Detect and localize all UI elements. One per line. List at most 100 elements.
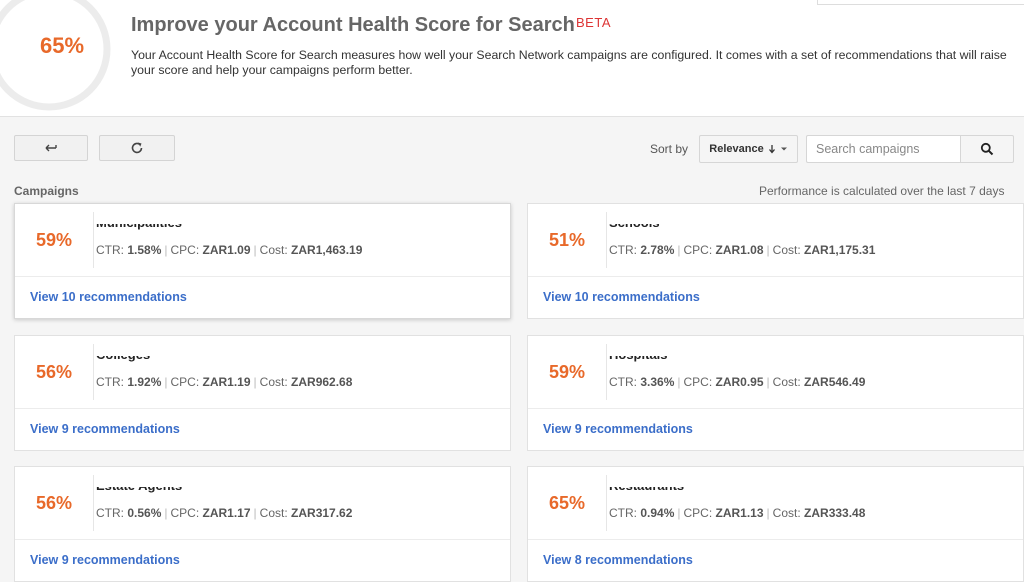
campaign-card[interactable]: 51% Schools CTR: 2.78%|CPC: ZAR1.08|Cost: … bbox=[527, 203, 1024, 319]
page-title: Improve your Account Health Score for Se… bbox=[131, 14, 575, 36]
campaign-card[interactable]: 59%HospitalsCTR: 3.36%|CPC: ZAR0.95|Cost… bbox=[527, 335, 1024, 451]
campaign-name: Hospitals bbox=[609, 356, 668, 364]
back-button[interactable] bbox=[14, 135, 88, 161]
campaign-card-summary: 59%MunicipalitiesCTR: 1.58%|CPC: ZAR1.09… bbox=[15, 204, 510, 277]
beta-badge: BETA bbox=[576, 15, 611, 30]
campaigns-section-label: Campaigns bbox=[14, 184, 79, 198]
cpc-label: CPC: bbox=[170, 375, 200, 389]
cpc-value: ZAR1.08 bbox=[715, 243, 764, 257]
cost-label: Cost: bbox=[259, 506, 288, 520]
sort-by-label: Sort by bbox=[650, 142, 689, 156]
ctr-label: CTR: bbox=[609, 375, 637, 389]
card-divider bbox=[606, 344, 607, 400]
campaign-card[interactable]: 56%Estate AgentsCTR: 0.56%|CPC: ZAR1.17|… bbox=[14, 466, 511, 582]
cpc-value: ZAR1.17 bbox=[202, 506, 251, 520]
cost-value: ZAR546.49 bbox=[804, 375, 866, 389]
campaign-name-text: Restaurants bbox=[609, 487, 684, 495]
refresh-button[interactable] bbox=[99, 135, 175, 161]
ctr-label: CTR: bbox=[96, 243, 124, 257]
ctr-label: CTR: bbox=[609, 243, 637, 257]
campaign-stats: CTR: 2.78% | CPC: ZAR1.08 | Cost: ZAR1,175.3… bbox=[609, 243, 875, 257]
card-divider bbox=[93, 344, 94, 400]
cpc-label: CPC: bbox=[683, 375, 713, 389]
ctr-value: 3.36% bbox=[640, 375, 675, 389]
campaign-stats: CTR: 3.36% | CPC: ZAR0.95 | Cost: ZAR546.49 bbox=[609, 375, 865, 389]
ctr-value: 0.94% bbox=[640, 506, 675, 520]
top-right-panel-edge bbox=[817, 0, 1024, 5]
ctr-value: 2.78% bbox=[640, 243, 675, 257]
cost-label: Cost: bbox=[772, 375, 801, 389]
view-recommendations-link[interactable]: View 10 recommendations bbox=[543, 290, 700, 304]
campaign-name-text: Estate Agents bbox=[96, 487, 182, 495]
cpc-value: ZAR0.95 bbox=[715, 375, 764, 389]
search-button[interactable] bbox=[960, 135, 1014, 163]
health-score-header: 65% Improve your Account Health Score fo… bbox=[0, 0, 1024, 117]
cost-label: Cost: bbox=[772, 243, 801, 257]
cpc-label: CPC: bbox=[170, 243, 200, 257]
ctr-value: 0.56% bbox=[127, 506, 162, 520]
cost-value: ZAR317.62 bbox=[291, 506, 353, 520]
cpc-label: CPC: bbox=[683, 243, 713, 257]
header-description: Your Account Health Score for Search mea… bbox=[131, 48, 1007, 77]
cpc-value: ZAR1.09 bbox=[202, 243, 251, 257]
stat-separator: | bbox=[766, 243, 770, 257]
sort-down-arrow-icon bbox=[768, 145, 775, 154]
cpc-value: ZAR1.19 bbox=[202, 375, 251, 389]
view-recommendations-link[interactable]: View 9 recommendations bbox=[30, 553, 180, 567]
cost-label: Cost: bbox=[259, 243, 288, 257]
stat-separator: | bbox=[164, 506, 168, 520]
campaign-card[interactable]: 59%MunicipalitiesCTR: 1.58%|CPC: ZAR1.09… bbox=[14, 203, 511, 319]
ctr-label: CTR: bbox=[609, 506, 637, 520]
stat-separator: | bbox=[253, 243, 257, 257]
campaign-score: 51% bbox=[548, 229, 586, 250]
campaign-card[interactable]: 65%RestaurantsCTR: 0.94%|CPC: ZAR1.13|Co… bbox=[527, 466, 1024, 582]
cpc-label: CPC: bbox=[170, 506, 200, 520]
campaign-score: 65% bbox=[548, 492, 586, 513]
campaign-name: Restaurants bbox=[609, 487, 684, 495]
account-score: 65% bbox=[39, 33, 85, 58]
campaign-card[interactable]: 56%CollegesCTR: 1.92%|CPC: ZAR1.19|Cost:… bbox=[14, 335, 511, 451]
campaign-card-summary: 59%HospitalsCTR: 3.36%|CPC: ZAR0.95|Cost… bbox=[528, 336, 1023, 409]
stat-separator: | bbox=[677, 243, 681, 257]
card-divider bbox=[606, 475, 607, 531]
refresh-icon bbox=[131, 142, 143, 154]
stat-separator: | bbox=[766, 375, 770, 389]
stat-separator: | bbox=[677, 375, 681, 389]
cost-label: Cost: bbox=[772, 506, 801, 520]
card-divider bbox=[606, 212, 607, 268]
cost-label: Cost: bbox=[259, 375, 288, 389]
ctr-label: CTR: bbox=[96, 506, 124, 520]
view-recommendations-link[interactable]: View 9 recommendations bbox=[30, 422, 180, 436]
search-icon bbox=[980, 142, 994, 156]
campaign-card-summary: 56%CollegesCTR: 1.92%|CPC: ZAR1.19|Cost:… bbox=[15, 336, 510, 409]
card-divider bbox=[93, 475, 94, 531]
sort-value: Relevance bbox=[709, 143, 764, 155]
stat-separator: | bbox=[253, 506, 257, 520]
campaign-name-text: Hospitals bbox=[609, 356, 668, 364]
campaign-score: 56% bbox=[35, 492, 73, 513]
view-recommendations-link[interactable]: View 8 recommendations bbox=[543, 553, 693, 567]
campaign-name: Schools bbox=[609, 224, 660, 232]
view-recommendations-link[interactable]: View 9 recommendations bbox=[543, 422, 693, 436]
campaign-name: Estate Agents bbox=[96, 487, 182, 495]
campaign-stats: CTR: 0.94% | CPC: ZAR1.13 | Cost: ZAR333.48 bbox=[609, 506, 865, 520]
campaign-name-text: Schools bbox=[609, 224, 660, 232]
chevron-down-icon bbox=[780, 147, 787, 151]
stat-separator: | bbox=[164, 375, 168, 389]
cost-value: ZAR1,463.19 bbox=[291, 243, 363, 257]
cost-value: ZAR1,175.31 bbox=[804, 243, 876, 257]
campaign-stats: CTR: 1.92% | CPC: ZAR1.19 | Cost: ZAR962.68 bbox=[96, 375, 352, 389]
stat-separator: | bbox=[766, 506, 770, 520]
view-recommendations-link[interactable]: View 10 recommendations bbox=[30, 290, 187, 304]
search-campaigns-input[interactable] bbox=[806, 135, 961, 163]
campaign-name-text: Colleges bbox=[96, 356, 150, 364]
campaign-score: 59% bbox=[548, 361, 586, 382]
cpc-label: CPC: bbox=[683, 506, 713, 520]
campaign-name: Colleges bbox=[96, 356, 150, 364]
ctr-label: CTR: bbox=[96, 375, 124, 389]
campaign-card-summary: 65%RestaurantsCTR: 0.94%|CPC: ZAR1.13|Co… bbox=[528, 467, 1023, 540]
ctr-value: 1.58% bbox=[127, 243, 162, 257]
stat-separator: | bbox=[164, 243, 168, 257]
campaign-name-text: Municipalities bbox=[96, 224, 182, 232]
sort-dropdown[interactable]: Relevance bbox=[699, 135, 798, 163]
